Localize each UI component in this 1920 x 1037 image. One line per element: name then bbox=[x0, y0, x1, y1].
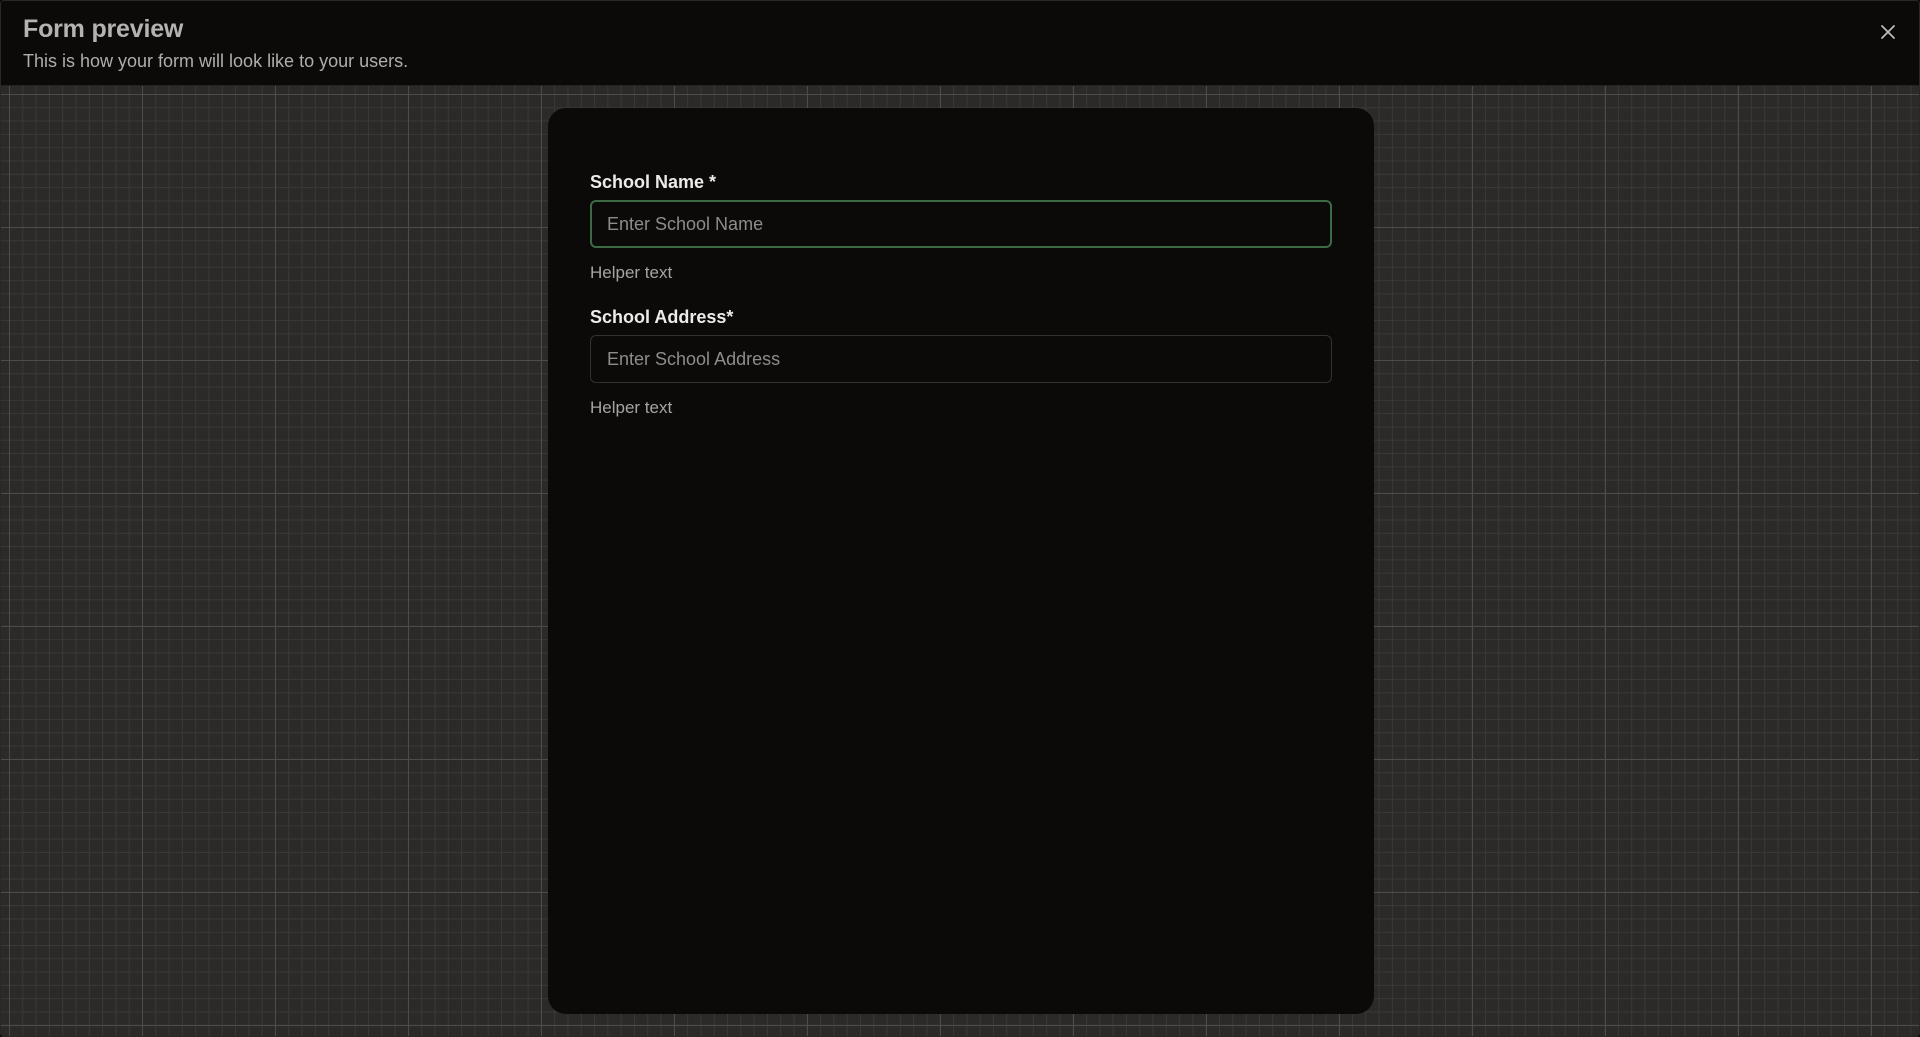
close-button[interactable] bbox=[1877, 21, 1899, 43]
school-address-label: School Address* bbox=[590, 307, 734, 327]
preview-canvas: School Name * Helper text School Address… bbox=[1, 86, 1919, 1036]
dialog-subtitle: This is how your form will look like to … bbox=[23, 51, 409, 71]
school-name-label: School Name * bbox=[590, 172, 717, 192]
dialog-title: Form preview bbox=[23, 15, 184, 43]
form-preview-dialog: Form preview This is how your form will … bbox=[0, 0, 1920, 1037]
school-address-input[interactable] bbox=[590, 335, 1332, 383]
school-address-helper-text: Helper text bbox=[590, 398, 673, 417]
school-name-input[interactable] bbox=[590, 200, 1332, 248]
close-icon bbox=[1877, 21, 1899, 43]
form-card: School Name * Helper text School Address… bbox=[548, 108, 1374, 1014]
school-name-helper-text: Helper text bbox=[590, 263, 673, 282]
dialog-header: Form preview This is how your form will … bbox=[1, 1, 1919, 86]
